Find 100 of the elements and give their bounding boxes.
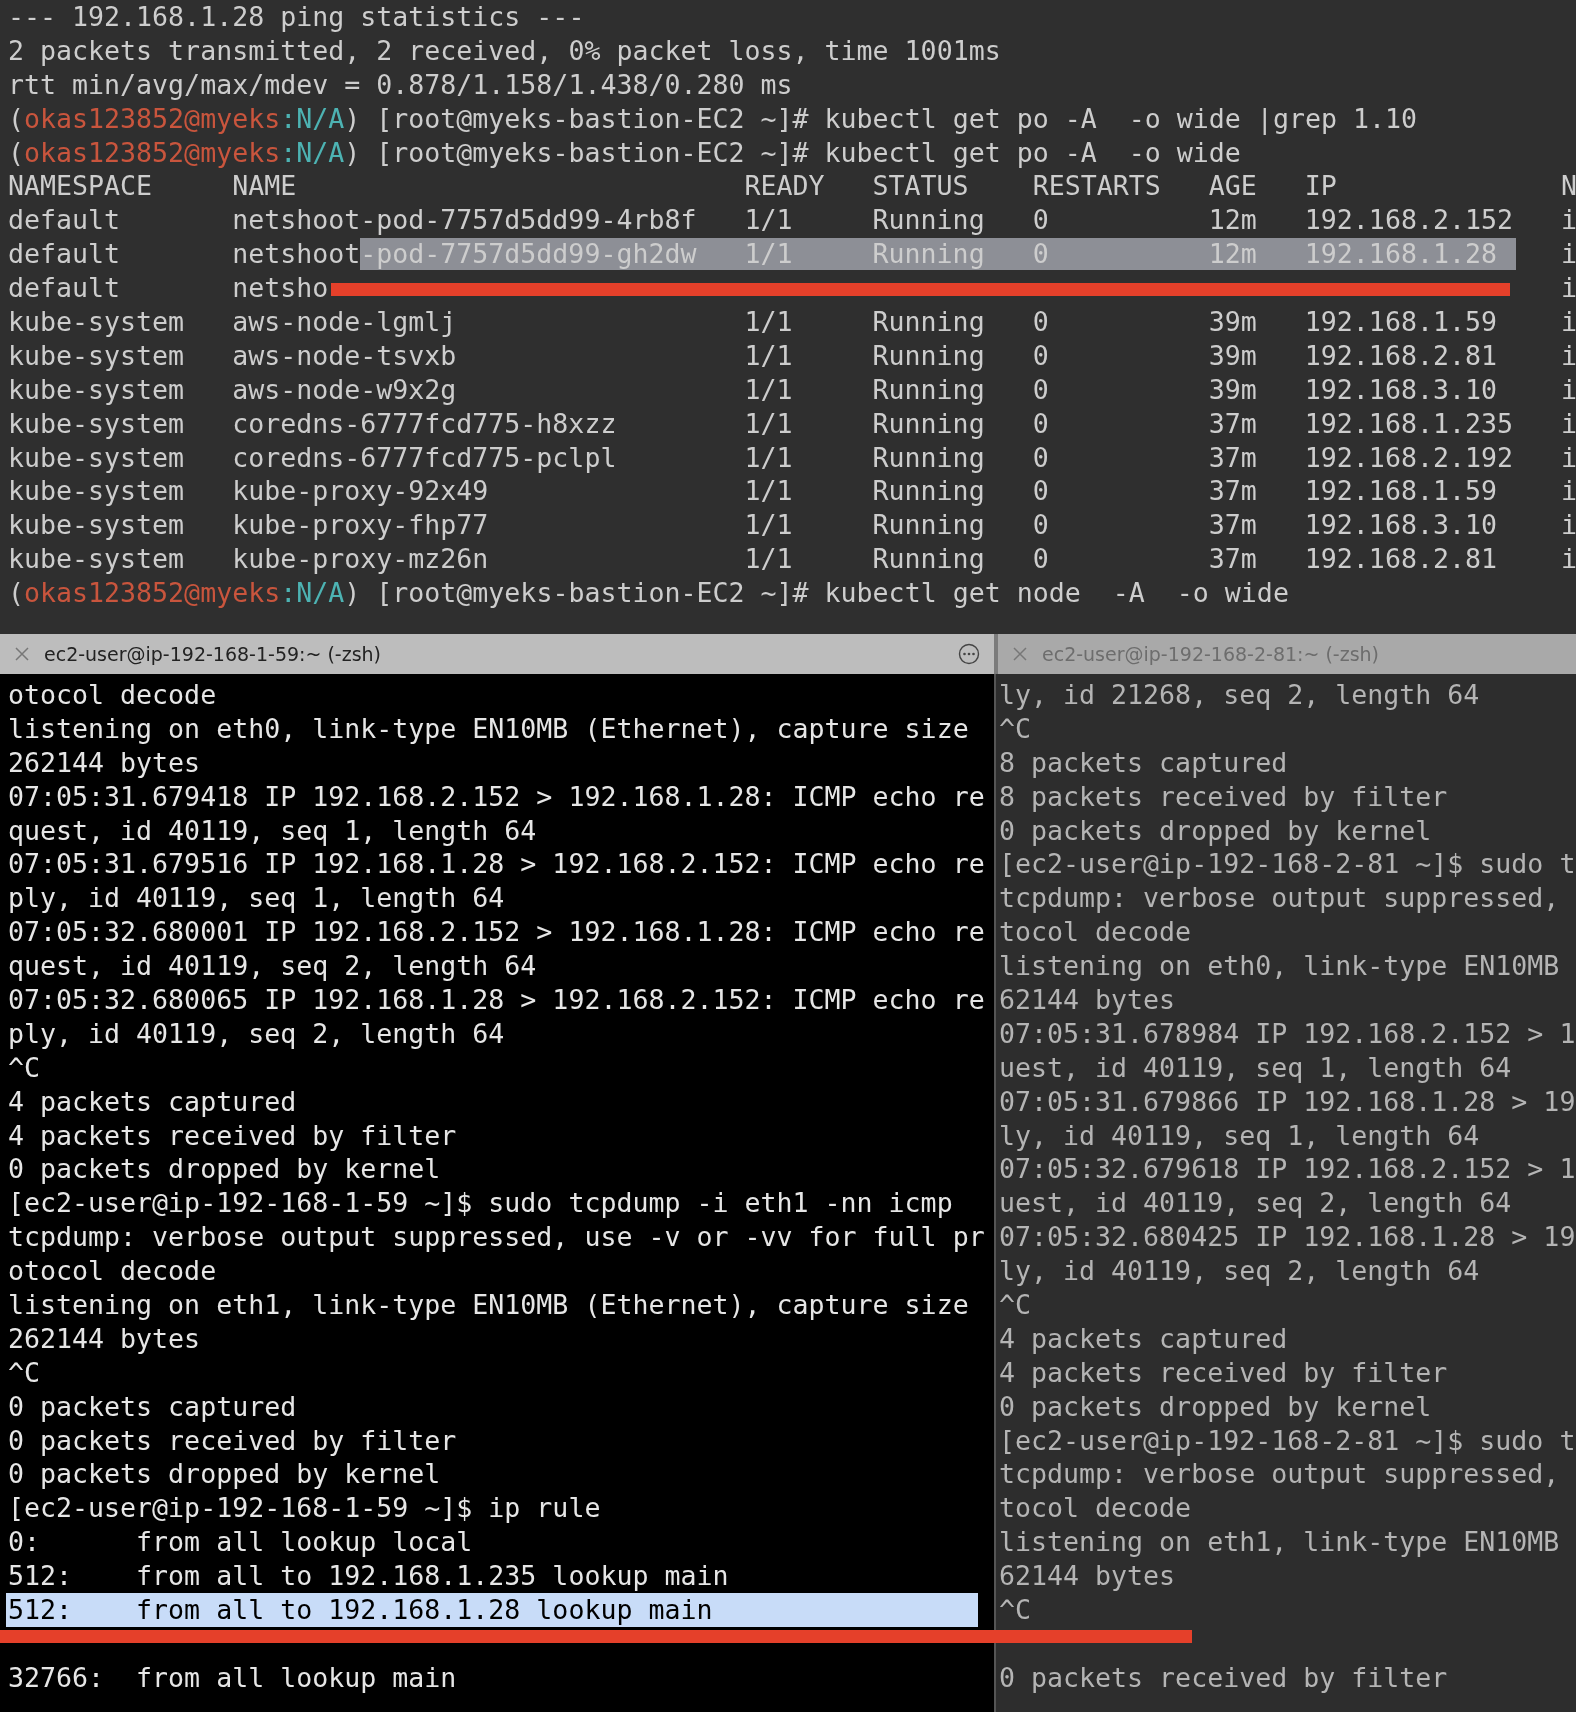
table-cell: i — [1561, 508, 1576, 543]
table-cell: kube-system — [8, 372, 185, 407]
terminal-line: 2 packets transmitted, 2 received, 0% packet loss, time 1001ms — [8, 33, 1001, 68]
table-cell: default — [8, 271, 121, 306]
table-cell: 37m — [1208, 474, 1257, 509]
table-cell: aws-node-w9x2g — [232, 372, 457, 407]
terminal-line: [ec2-user@ip-192-168-1-59 ~]$ sudo tcpdump -i eth1 -nn icmp — [8, 1186, 953, 1221]
terminal-line: tcpdump: verbose output suppressed, — [999, 881, 1560, 916]
terminal-line: 512: from all to 192.168.1.235 lookup main — [8, 1559, 729, 1594]
column-header: NAMESPACE — [8, 169, 153, 204]
terminal-line: 8 packets captured — [999, 745, 1288, 780]
table-cell: Running — [872, 440, 985, 475]
table-cell: Running — [872, 203, 985, 238]
terminal-line: (okas123852@myeks:N/A) [root@myeks-bastion-EC2 ~]# kubectl get po -A -o wide — [8, 135, 1241, 170]
table-cell: 192.168.1.235 — [1304, 406, 1513, 441]
column-header: RESTARTS — [1032, 169, 1161, 204]
table-cell: 192.168.2.81 — [1304, 338, 1497, 373]
table-cell: 192.168.1.28 — [1304, 237, 1497, 272]
table-cell: 1/1 — [744, 338, 793, 373]
table-cell: 1/1 — [744, 372, 793, 407]
terminal-line: 07:05:32.680001 IP 192.168.2.152 > 192.168.1.28: ICMP echo re — [8, 915, 985, 950]
terminal-line: [ec2-user@ip-192-168-1-59 ~]$ ip rule — [8, 1491, 601, 1526]
terminal-line: ^C — [999, 1288, 1032, 1322]
table-cell: i — [1561, 440, 1576, 475]
terminal-line: --- 192.168.1.28 ping statistics --- — [8, 0, 585, 34]
terminal-line: 07:05:31.678984 IP 192.168.2.152 > 1 — [999, 1016, 1576, 1051]
terminal-line: 0 packets dropped by kernel — [8, 1457, 441, 1492]
terminal-line: 07:05:32.680425 IP 192.168.1.28 > 19 — [999, 1220, 1576, 1255]
table-cell: i — [1561, 305, 1576, 339]
terminal-line: 0: from all lookup local — [8, 1525, 473, 1560]
terminal-line: tocol decode — [999, 915, 1192, 950]
table-cell: kube-system — [8, 508, 185, 543]
table-cell: default — [8, 237, 121, 272]
table-cell: 37m — [1208, 406, 1257, 441]
table-cell: 12m — [1208, 237, 1257, 272]
table-cell: 1/1 — [744, 305, 793, 339]
column-header: IP — [1304, 169, 1337, 204]
column-header: NAME — [232, 169, 297, 204]
table-cell: netsho — [232, 271, 329, 306]
table-cell: 0 — [1032, 542, 1049, 577]
terminal-line: tocol decode — [999, 1491, 1192, 1526]
terminal-line: 262144 bytes — [8, 745, 201, 780]
table-cell: 39m — [1208, 372, 1257, 407]
terminal-line: 0 packets received by filter — [999, 1660, 1448, 1695]
table-cell: 0 — [1032, 338, 1049, 373]
terminal-line: 262144 bytes — [8, 1321, 201, 1356]
table-cell: Running — [872, 338, 985, 373]
terminal-line: 07:05:32.679618 IP 192.168.2.152 > 1 — [999, 1152, 1576, 1187]
table-cell: i — [1561, 372, 1576, 407]
table-cell: 1/1 — [744, 203, 793, 238]
table-cell: 0 — [1032, 203, 1049, 238]
table-cell: i — [1561, 474, 1576, 509]
terminal-line: 07:05:31.679418 IP 192.168.2.152 > 192.168.1.28: ICMP echo re — [8, 779, 985, 814]
terminal-line: ply, id 40119, seq 2, length 64 — [8, 1016, 505, 1051]
table-cell: 192.168.1.59 — [1304, 305, 1497, 339]
terminal-line: ^C — [8, 1050, 41, 1085]
terminal-line: 07:05:31.679516 IP 192.168.1.28 > 192.168.2.152: ICMP echo re — [8, 847, 985, 882]
terminal-tab[interactable]: ec2-user@ip-192-168-1-59:~ (-zsh) — [0, 634, 994, 674]
table-cell: Running — [872, 305, 985, 339]
table-cell: kube-system — [8, 406, 185, 441]
table-cell: Running — [872, 474, 985, 509]
table-cell: i — [1561, 271, 1576, 306]
terminal-line: 0 packets dropped by kernel — [8, 1152, 441, 1187]
table-cell: 0 — [1032, 305, 1049, 339]
more-icon[interactable] — [958, 643, 980, 665]
terminal-line: tcpdump: verbose output suppressed, — [999, 1457, 1560, 1492]
terminal-line: uest, id 40119, seq 2, length 64 — [999, 1186, 1512, 1221]
terminal-line: otocol decode — [8, 1254, 217, 1289]
terminal-line: ly, id 40119, seq 2, length 64 — [999, 1254, 1480, 1289]
table-cell: 0 — [1032, 440, 1049, 475]
terminal-line: 62144 bytes — [999, 1559, 1176, 1594]
terminal-line: [ec2-user@ip-192-168-2-81 ~]$ sudo t — [999, 1423, 1576, 1458]
terminal-line: 4 packets received by filter — [999, 1355, 1448, 1390]
terminal-line: 0 packets received by filter — [8, 1423, 457, 1458]
terminal-line: listening on eth0, link-type EN10MB (Ethernet), capture size — [8, 711, 969, 746]
terminal-line: ^C — [999, 1593, 1032, 1627]
column-header: N — [1561, 169, 1576, 204]
table-cell: 192.168.2.81 — [1304, 542, 1497, 577]
table-cell: 37m — [1208, 508, 1257, 543]
table-cell: coredns-6777fcd775-h8xzz — [232, 406, 617, 441]
table-cell: 192.168.3.10 — [1304, 372, 1497, 407]
table-cell: kube-proxy-fhp77 — [232, 508, 489, 543]
table-cell: kube-proxy-92x49 — [232, 474, 489, 509]
table-cell: 1/1 — [744, 542, 793, 577]
terminal-line: 07:05:32.680065 IP 192.168.1.28 > 192.168.2.152: ICMP echo re — [8, 983, 985, 1017]
terminal-line: 32766: from all lookup main — [8, 1660, 457, 1695]
table-cell: 0 — [1032, 237, 1049, 272]
table-cell: i — [1561, 542, 1576, 577]
column-header: STATUS — [872, 169, 969, 204]
close-icon[interactable] — [14, 646, 30, 662]
terminal-line: ^C — [8, 1355, 41, 1390]
close-icon[interactable] — [1012, 646, 1028, 662]
terminal-line: (okas123852@myeks:N/A) [root@myeks-bastion-EC2 ~]# kubectl get po -A -o wide |grep 1.10 — [8, 101, 1417, 136]
table-cell: Running — [872, 237, 985, 272]
table-cell: kube-system — [8, 474, 185, 509]
table-cell: i — [1561, 203, 1576, 238]
terminal-line: 4 packets captured — [8, 1084, 297, 1119]
table-cell: Running — [872, 508, 985, 543]
column-header: READY — [744, 169, 825, 204]
terminal-line: 0 packets dropped by kernel — [999, 813, 1432, 848]
